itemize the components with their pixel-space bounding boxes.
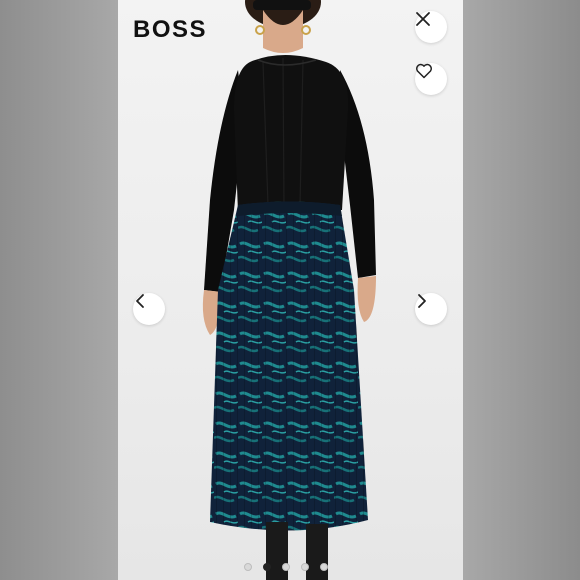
carousel-dot[interactable]: [320, 563, 328, 571]
chevron-left-icon: [136, 294, 144, 308]
next-image-button[interactable]: [415, 293, 447, 325]
carousel-dot[interactable]: [282, 563, 290, 571]
close-button[interactable]: [415, 11, 447, 43]
blurred-backdrop-left: [0, 0, 118, 580]
carousel-dot[interactable]: [244, 563, 252, 571]
carousel-dot[interactable]: [301, 563, 309, 571]
carousel-indicators: [244, 563, 328, 571]
model-illustration: [202, 0, 376, 580]
product-photo: BOSS: [118, 0, 463, 580]
image-viewer: BOSS: [0, 0, 580, 580]
favorite-button[interactable]: [415, 63, 447, 95]
brand-logo: BOSS: [133, 16, 208, 43]
chevron-right-icon: [418, 294, 426, 308]
previous-image-button[interactable]: [133, 293, 165, 325]
heart-outline-icon: [416, 63, 432, 79]
blurred-backdrop-right: [463, 0, 580, 580]
carousel-dot-active[interactable]: [263, 563, 271, 571]
close-icon: [416, 12, 430, 26]
